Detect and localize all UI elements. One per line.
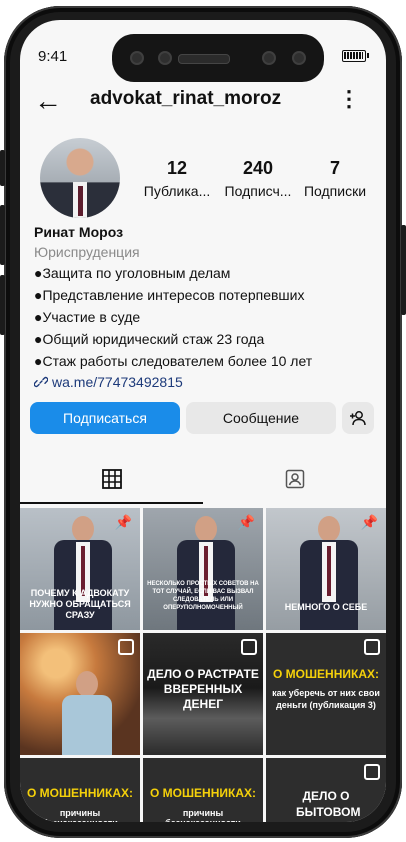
multi-photo-icon: [118, 639, 134, 655]
bio-line: ●Участие в суде: [34, 309, 141, 325]
profile-tabs: [20, 456, 386, 504]
multi-photo-icon: [241, 639, 257, 655]
profile-link[interactable]: wa.me/77473492815: [33, 374, 183, 390]
tagged-icon: [285, 469, 304, 489]
post-thumbnail[interactable]: О МОШЕННИКАХ: как уберечь от них свои де…: [266, 633, 386, 755]
link-icon: [33, 376, 49, 388]
stat-followers[interactable]: 240 Подписч...: [222, 158, 294, 199]
back-arrow-icon[interactable]: ←: [34, 86, 62, 116]
mute-switch: [0, 150, 5, 186]
bio-line: ●Общий юридический стаж 23 года: [34, 331, 265, 347]
posts-grid: 📌 ПОЧЕМУ К АДВОКАТУ НУЖНО ОБРАЩАТЬСЯ СРА…: [20, 508, 386, 822]
status-time: 9:41: [38, 48, 68, 65]
post-thumbnail[interactable]: О МОШЕННИКАХ: причины безнаказанности: [20, 758, 140, 822]
stat-posts-label: Публика...: [143, 183, 211, 199]
volume-down-button: [0, 275, 5, 335]
add-user-icon: [350, 411, 366, 426]
more-options-icon[interactable]: ⋮: [338, 86, 360, 112]
camera-notch: [112, 34, 324, 82]
bio-line: ●Стаж работы следователем более 10 лет: [34, 353, 313, 369]
profile-header: ← advokat_rinat_moroz ⋮: [20, 82, 386, 122]
post-caption: ДЕЛО О РАСТРАТЕ ВВЕРЕННЫХ ДЕНЕГ: [147, 667, 259, 711]
stat-posts-count: 12: [166, 158, 188, 178]
stat-following-count: 7: [329, 158, 340, 178]
stat-following[interactable]: 7 Подписки: [302, 158, 368, 199]
bio-line: ●Представление интересов потерпевших: [34, 287, 305, 303]
grid-icon: [101, 469, 122, 489]
post-thumbnail[interactable]: ДЕЛО О РАСТРАТЕ ВВЕРЕННЫХ ДЕНЕГ: [143, 633, 263, 755]
post-thumbnail[interactable]: О МОШЕННИКАХ: причины безнаказанности: [143, 758, 263, 822]
post-subcaption: причины безнаказанности: [42, 808, 118, 822]
volume-up-button: [0, 205, 5, 265]
post-subcaption: причины безнаказанности: [165, 808, 241, 822]
post-thumbnail[interactable]: 📌 НЕМНОГО О СЕБЕ: [266, 508, 386, 630]
pin-icon: 📌: [237, 514, 255, 530]
stat-following-label: Подписки: [303, 183, 367, 199]
post-caption: О МОШЕННИКАХ:: [26, 786, 133, 800]
profile-name: Ринат Мороз: [34, 224, 124, 240]
post-caption: НЕСКОЛЬКО ПРОСТЫХ СОВЕТОВ НА ТОТ СЛУЧАЙ,…: [147, 581, 259, 611]
battery-icon: [342, 50, 369, 62]
multi-photo-icon: [364, 764, 380, 780]
post-caption: ПОЧЕМУ К АДВОКАТУ НУЖНО ОБРАЩАТЬСЯ СРАЗУ: [29, 588, 131, 620]
pin-icon: 📌: [114, 514, 132, 530]
phone-screen: 9:41 ← advokat_rinat_moroz ⋮ 12 Публика.…: [20, 20, 386, 822]
profile-link-text[interactable]: wa.me/77473492815: [52, 374, 183, 390]
avatar[interactable]: [40, 138, 120, 218]
post-subcaption: как уберечь от них свои деньги (публикац…: [272, 688, 380, 710]
multi-photo-icon: [364, 639, 380, 655]
post-thumbnail[interactable]: [20, 633, 140, 755]
bio-line: ●Защита по уголовным делам: [34, 265, 231, 281]
post-caption: ДЕЛО О БЫТОВОМ: [296, 789, 361, 819]
username-title: advokat_rinat_moroz: [90, 88, 282, 109]
add-user-button[interactable]: [342, 402, 374, 434]
tab-tagged[interactable]: [203, 456, 386, 502]
message-button[interactable]: Сообщение: [186, 402, 336, 434]
profile-category: Юриспруденция: [34, 244, 140, 260]
power-button: [401, 225, 406, 315]
stat-followers-label: Подписч...: [224, 183, 292, 199]
post-caption: О МОШЕННИКАХ:: [272, 667, 379, 681]
pin-icon: 📌: [360, 514, 378, 530]
follow-button[interactable]: Подписаться: [30, 402, 180, 434]
stat-posts[interactable]: 12 Публика...: [142, 158, 212, 199]
post-thumbnail[interactable]: 📌 ПОЧЕМУ К АДВОКАТУ НУЖНО ОБРАЩАТЬСЯ СРА…: [20, 508, 140, 630]
stat-followers-count: 240: [242, 158, 274, 178]
post-caption: НЕМНОГО О СЕБЕ: [284, 602, 368, 612]
tab-posts-grid[interactable]: [20, 456, 203, 504]
post-caption: О МОШЕННИКАХ:: [149, 786, 256, 800]
profile-bio: ●Защита по уголовным делам ●Представлени…: [34, 262, 312, 372]
post-thumbnail[interactable]: 📌 НЕСКОЛЬКО ПРОСТЫХ СОВЕТОВ НА ТОТ СЛУЧА…: [143, 508, 263, 630]
post-thumbnail[interactable]: ДЕЛО О БЫТОВОМ: [266, 758, 386, 822]
